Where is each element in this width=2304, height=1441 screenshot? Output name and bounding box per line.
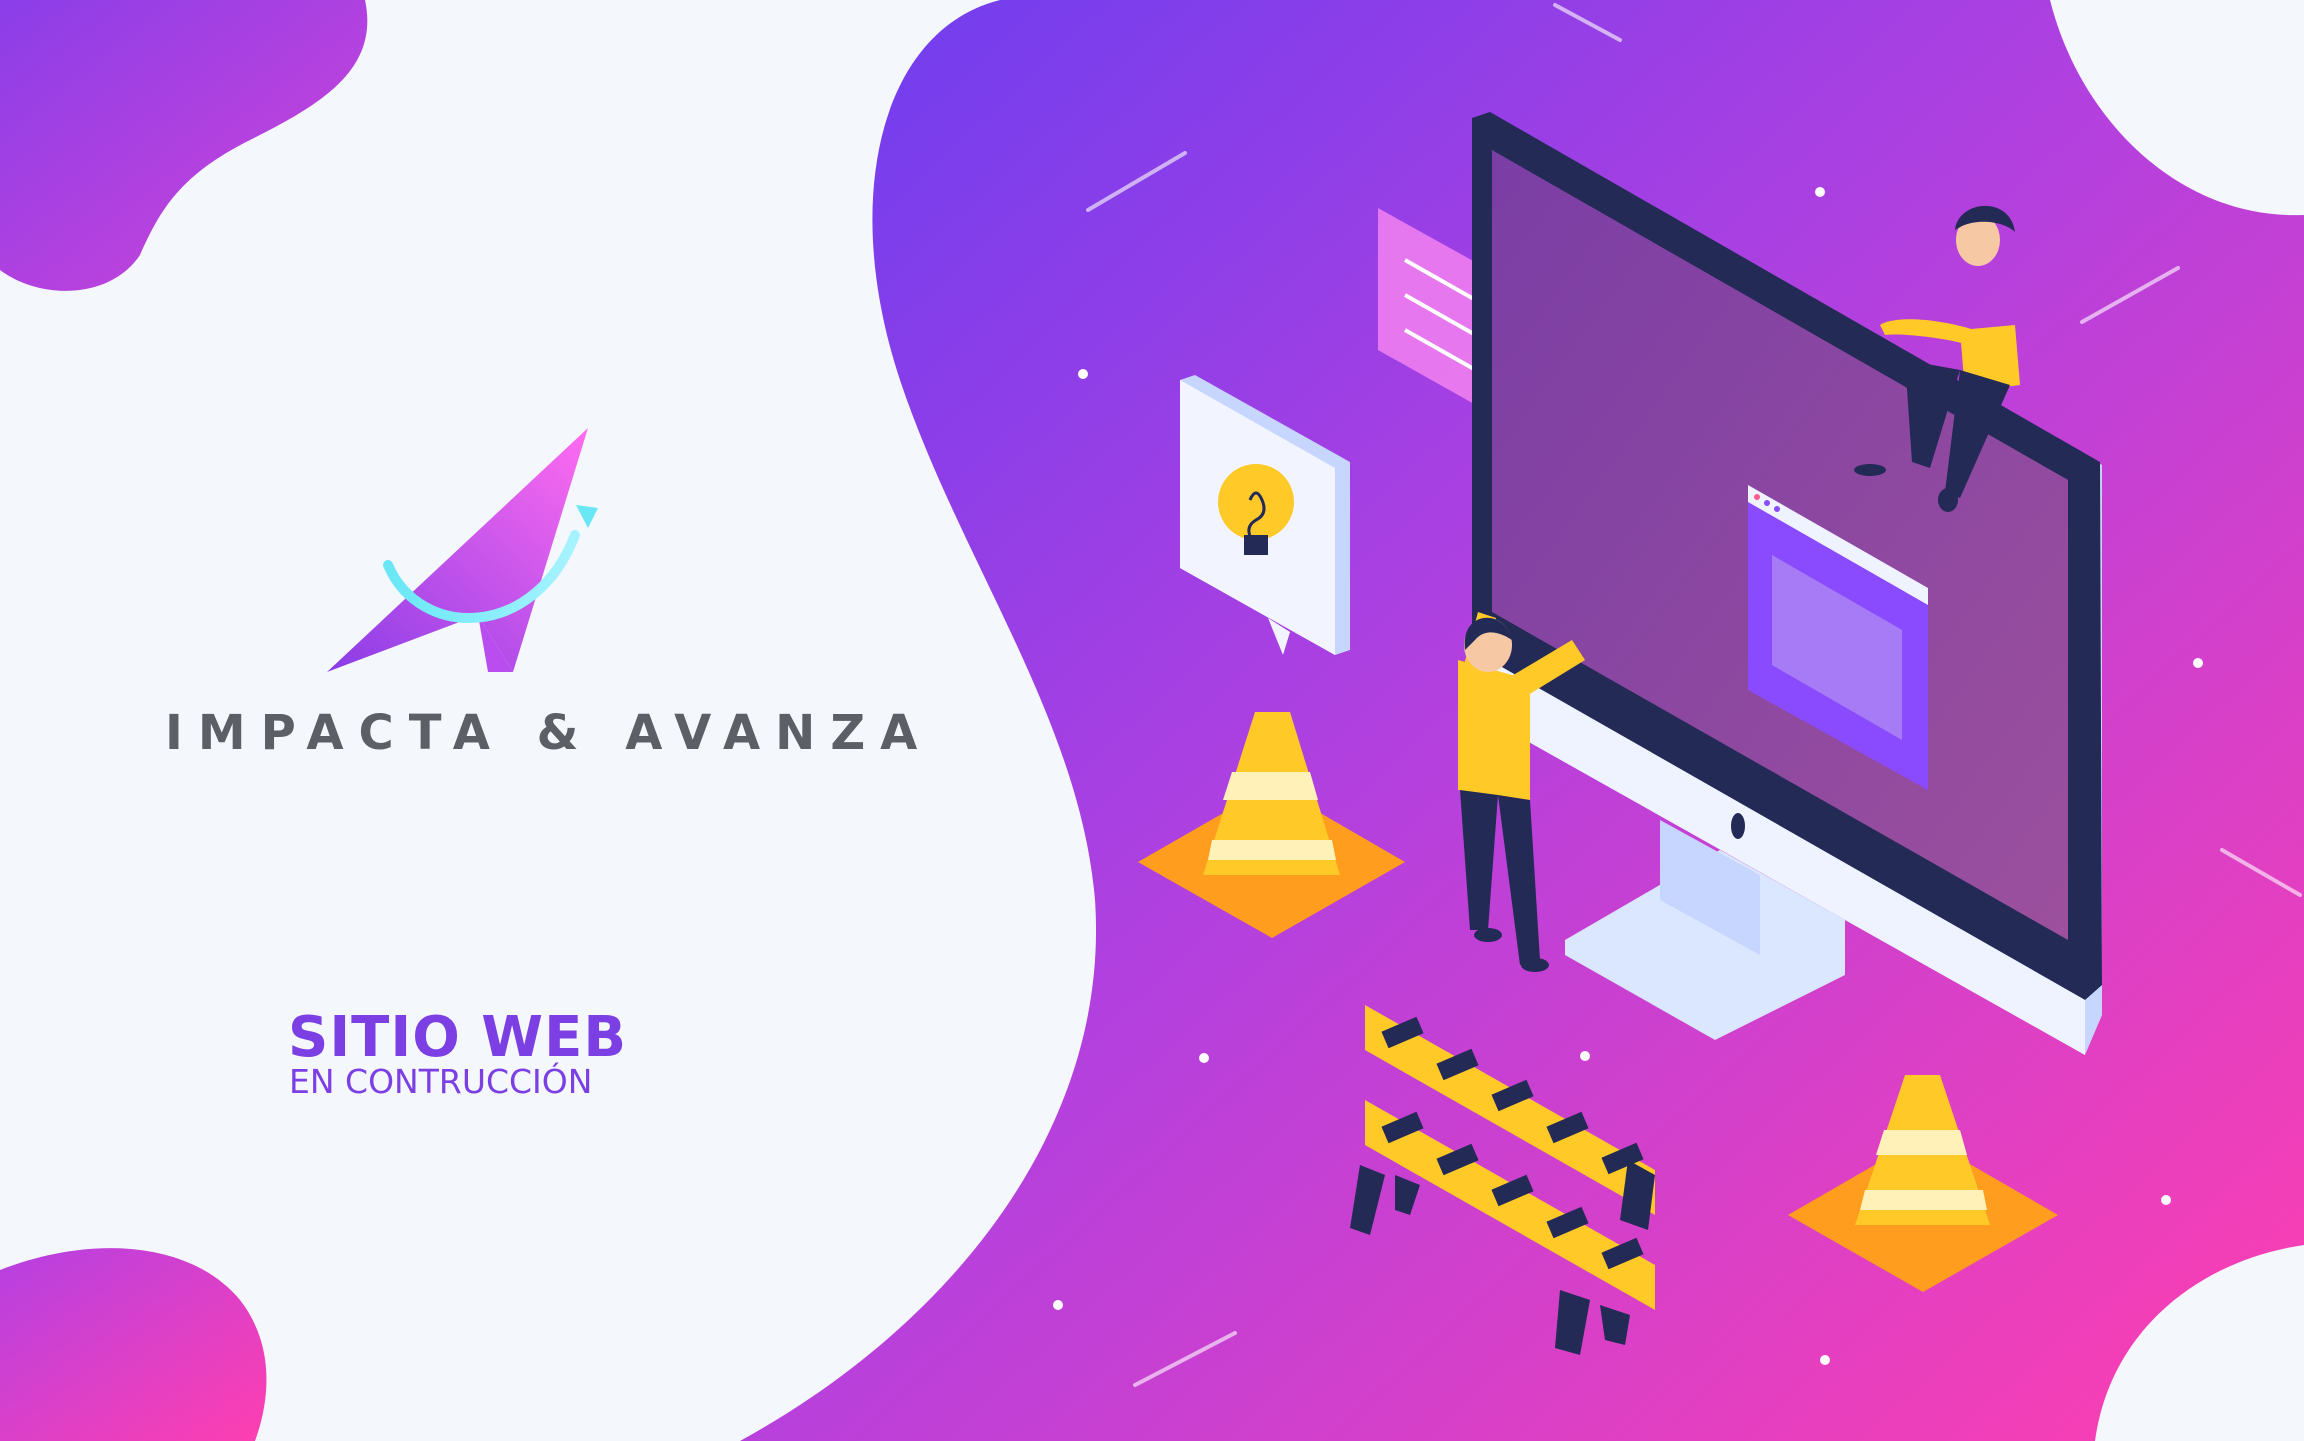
top-left-blob (0, 0, 368, 291)
brand-logo-icon (327, 428, 598, 672)
status-subtitle: EN CONTRUCCIÓN (289, 1062, 593, 1101)
status-title: SITIO WEB (288, 1005, 628, 1070)
bottom-left-blob (0, 1248, 267, 1441)
brand-name: IMPACTA & AVANZA (165, 705, 933, 761)
